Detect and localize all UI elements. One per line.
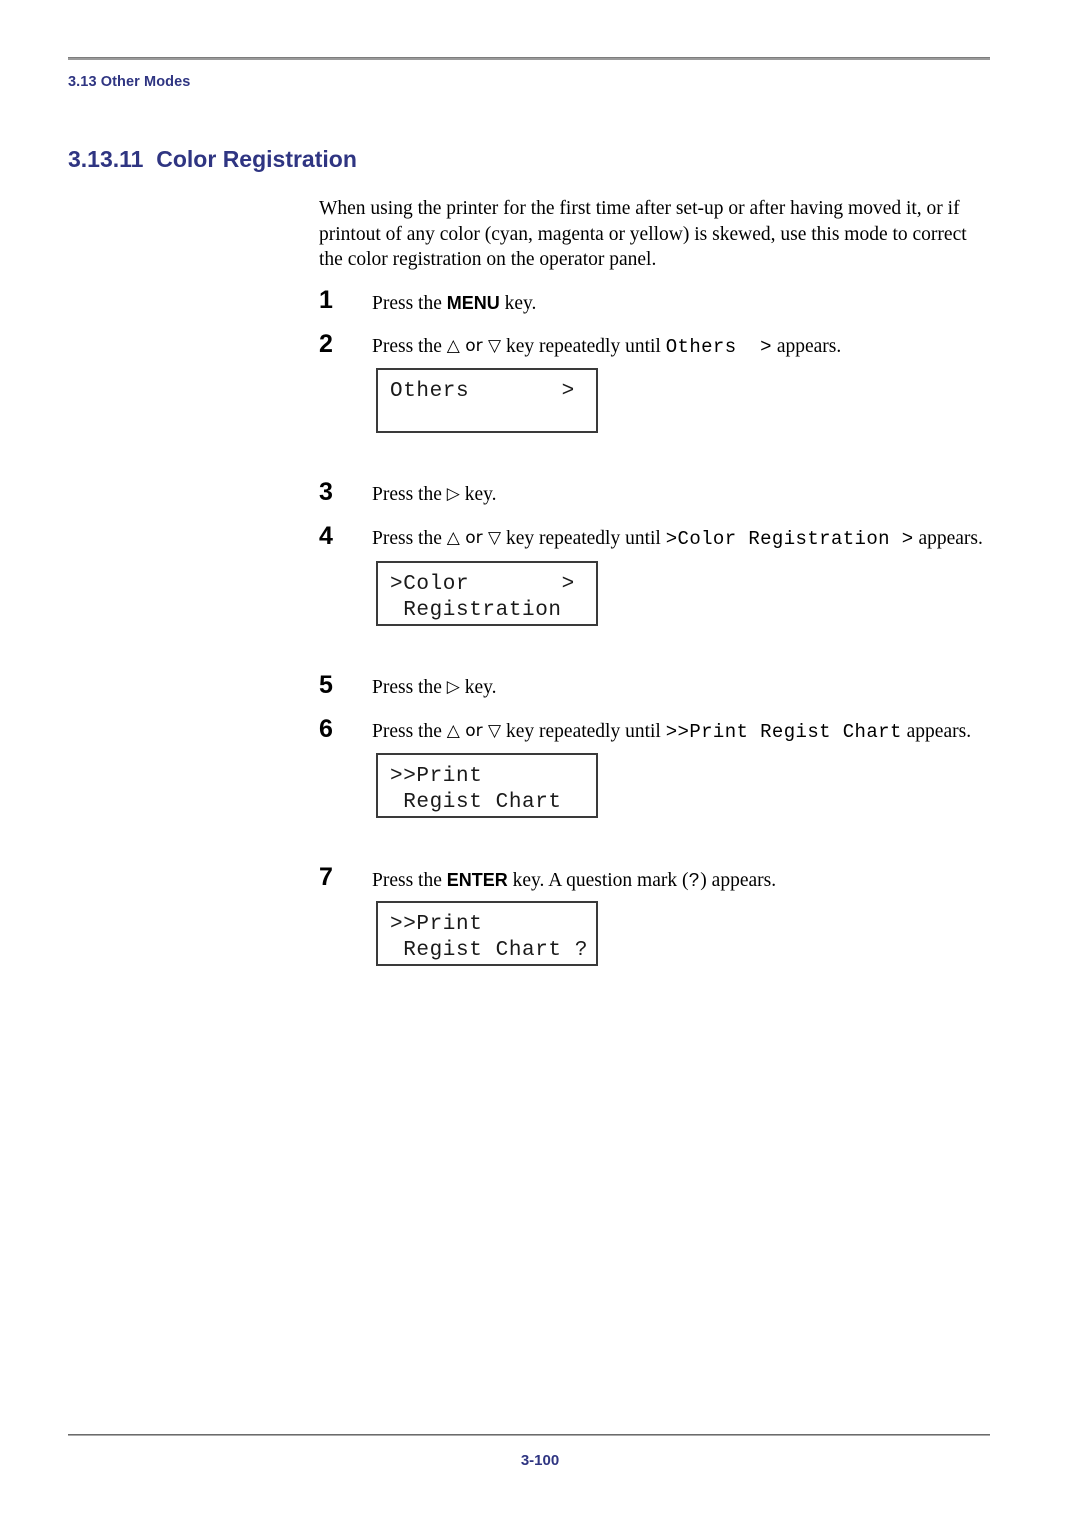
right-arrow-icon: ▷: [446, 677, 460, 697]
step-1-number: 1: [319, 286, 333, 314]
lcd-panel-print-regist-chart-line2: Regist Chart: [390, 790, 562, 814]
document-page: 3.13 Other Modes 3.13.11 Color Registrat…: [0, 0, 1080, 1528]
step-5-text: Press the ▷ key.: [372, 676, 496, 700]
step-7-text: Press the ENTER key. A question mark (?)…: [372, 868, 776, 893]
step-6-tail: appears.: [901, 721, 972, 742]
step-3-text: Press the ▷ key.: [372, 483, 496, 507]
footer-divider: [68, 1434, 990, 1436]
intro-paragraph: When using the printer for the first tim…: [319, 198, 967, 270]
step-4-text: Press the △ or ▽ key repeatedly until >C…: [372, 527, 983, 551]
step-1-text: Press the MENU key.: [372, 291, 536, 316]
step-3: 3 Press the ▷ key.: [319, 479, 1019, 509]
lcd-panel-others: Others >: [376, 368, 598, 433]
lcd-panel-color-registration-line1: >Color >: [390, 573, 575, 596]
step-6-number: 6: [319, 715, 333, 743]
step-4-panel-text: >Color Registration >: [665, 528, 914, 550]
step-6-text: Press the △ or ▽ key repeatedly until >>…: [372, 720, 971, 744]
step-7-question-mark: ?: [688, 870, 701, 892]
step-1-prefix: Press the: [372, 293, 447, 314]
step-2-tail: appears.: [771, 336, 842, 357]
step-3-mid: key.: [459, 484, 497, 505]
step-2-number: 2: [319, 330, 333, 358]
page-number: 3-100: [520, 1452, 560, 1469]
step-1-key-label: MENU: [446, 293, 500, 313]
page-title: 3.13.11 Color Registration: [68, 146, 357, 172]
step-4-number: 4: [319, 522, 333, 550]
step-7-key-label: ENTER: [446, 870, 508, 890]
lcd-panel-print-regist-chart-confirm-line1: >>Print: [390, 913, 483, 936]
step-3-number: 3: [319, 478, 333, 506]
step-4-tail: appears.: [913, 528, 983, 549]
step-7-prefix: Press the: [372, 870, 447, 891]
step-5-mid: key.: [459, 677, 497, 698]
step-1: 1 Press the MENU key.: [319, 287, 1019, 317]
step-7: 7 Press the ENTER key. A question mark (…: [319, 864, 1019, 894]
lcd-panel-color-registration-line2: Registration: [390, 598, 562, 622]
up-down-arrow-icon: △ or ▽: [446, 528, 502, 548]
step-4: 4 Press the △ or ▽ key repeatedly until …: [319, 523, 1019, 553]
lcd-panel-print-regist-chart-confirm-line2: Regist Chart ?: [390, 938, 589, 962]
step-5: 5 Press the ▷ key.: [319, 672, 1019, 702]
step-2: 2 Press the △ or ▽ key repeatedly until …: [319, 331, 1019, 361]
step-2-mid: key repeatedly until: [501, 336, 666, 357]
header-divider: [68, 57, 990, 60]
step-5-number: 5: [319, 671, 333, 699]
lcd-panel-others-line1: Others >: [390, 380, 575, 403]
up-down-arrow-icon: △ or ▽: [446, 336, 502, 356]
lcd-panel-print-regist-chart: >>Print Regist Chart: [376, 753, 598, 818]
step-4-prefix: Press the: [372, 528, 447, 549]
up-down-arrow-icon: △ or ▽: [446, 721, 502, 741]
lcd-panel-print-regist-chart-line1: >>Print: [390, 765, 483, 788]
step-5-prefix: Press the: [372, 677, 447, 698]
step-7-tail: ) appears.: [700, 870, 777, 891]
step-6-panel-text: >>Print Regist Chart: [665, 721, 902, 743]
step-3-prefix: Press the: [372, 484, 447, 505]
step-7-mid: key. A question mark (: [507, 870, 689, 891]
step-6-mid: key repeatedly until: [501, 721, 666, 742]
step-2-prefix: Press the: [372, 336, 447, 357]
lcd-panel-color-registration: >Color > Registration: [376, 561, 598, 626]
running-head: 3.13 Other Modes: [68, 74, 191, 90]
step-1-suffix: key.: [499, 293, 537, 314]
step-2-text: Press the △ or ▽ key repeatedly until Ot…: [372, 335, 841, 359]
right-arrow-icon: ▷: [446, 484, 460, 504]
step-2-panel-text: Others >: [665, 336, 772, 358]
step-6-prefix: Press the: [372, 721, 447, 742]
lcd-panel-print-regist-chart-confirm: >>Print Regist Chart ?: [376, 901, 598, 966]
step-4-mid: key repeatedly until: [501, 528, 666, 549]
step-6: 6 Press the △ or ▽ key repeatedly until …: [319, 716, 1019, 746]
step-7-number: 7: [319, 863, 333, 891]
